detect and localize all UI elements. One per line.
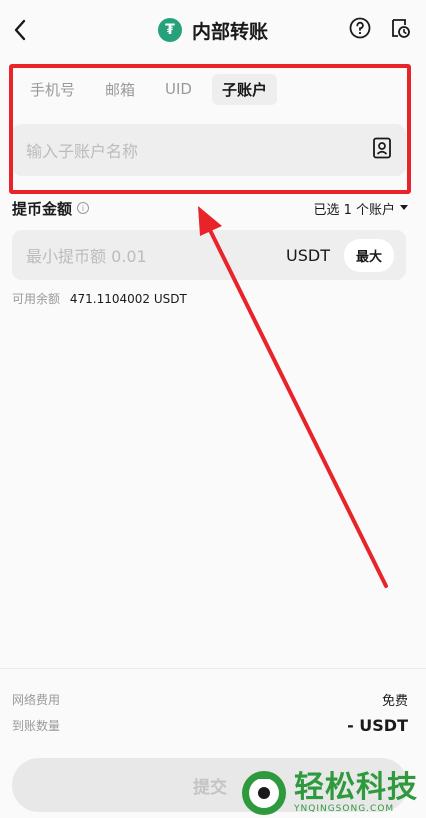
receive-amount-value: - USDT — [347, 716, 408, 735]
header-bar: ₮ 内部转账 — [0, 0, 426, 58]
caret-down-icon — [400, 205, 408, 210]
recipient-type-tabs: 手机号 邮箱 UID 子账户 — [20, 73, 287, 105]
tab-uid[interactable]: UID — [155, 75, 202, 103]
balance-label: 可用余额 — [12, 292, 61, 306]
amount-input-placeholder: 最小提币额 0.01 — [26, 247, 147, 266]
receive-amount-row: 到账数量 - USDT — [12, 716, 408, 735]
footer-divider — [0, 668, 426, 669]
amount-label: 提币金额 — [12, 199, 73, 218]
account-selector[interactable]: 已选 1 个账户 — [313, 199, 408, 218]
contacts-icon[interactable] — [372, 137, 392, 163]
header-actions — [348, 16, 412, 40]
subaccount-input[interactable]: 输入子账户名称 — [12, 124, 406, 176]
amount-unit: USDT — [286, 245, 330, 265]
watermark-logo-icon — [242, 771, 286, 815]
watermark-url: YNQINGSONG.COM — [294, 804, 395, 814]
subaccount-input-placeholder: 输入子账户名称 — [26, 142, 139, 161]
max-button[interactable]: 最大 — [343, 238, 394, 272]
selected-accounts-text: 已选 1 个账户 — [313, 202, 395, 218]
network-fee-label: 网络费用 — [12, 693, 61, 707]
amount-label-row: 提币金额 i 已选 1 个账户 — [12, 196, 408, 220]
amount-label-group: 提币金额 i — [12, 198, 90, 219]
back-icon[interactable] — [8, 16, 32, 44]
title-group: ₮ 内部转账 — [157, 17, 268, 44]
watermark-text: 轻松科技 YNQINGSONG.COM — [294, 770, 418, 815]
tab-subaccount[interactable]: 子账户 — [211, 73, 277, 105]
history-icon[interactable] — [388, 16, 412, 40]
amount-input-actions: USDT 最大 — [286, 238, 394, 272]
available-balance: 可用余额 471.1104002 USDT — [12, 290, 187, 307]
page-title: 内部转账 — [191, 20, 268, 43]
network-fee-value: 免费 — [381, 694, 408, 709]
network-fee-row: 网络费用 免费 — [12, 690, 408, 709]
info-icon[interactable]: i — [77, 202, 90, 214]
watermark-title: 轻松科技 — [294, 770, 418, 805]
usdt-coin-icon: ₮ — [157, 18, 182, 42]
amount-input[interactable]: 最小提币额 0.01 USDT 最大 — [12, 230, 406, 280]
tab-email[interactable]: 邮箱 — [95, 74, 145, 105]
receive-amount-label: 到账数量 — [12, 719, 61, 733]
balance-value: 471.1104002 USDT — [69, 292, 187, 306]
help-icon[interactable] — [348, 16, 372, 40]
tab-phone[interactable]: 手机号 — [20, 74, 85, 105]
watermark: 轻松科技 YNQINGSONG.COM — [240, 768, 426, 818]
